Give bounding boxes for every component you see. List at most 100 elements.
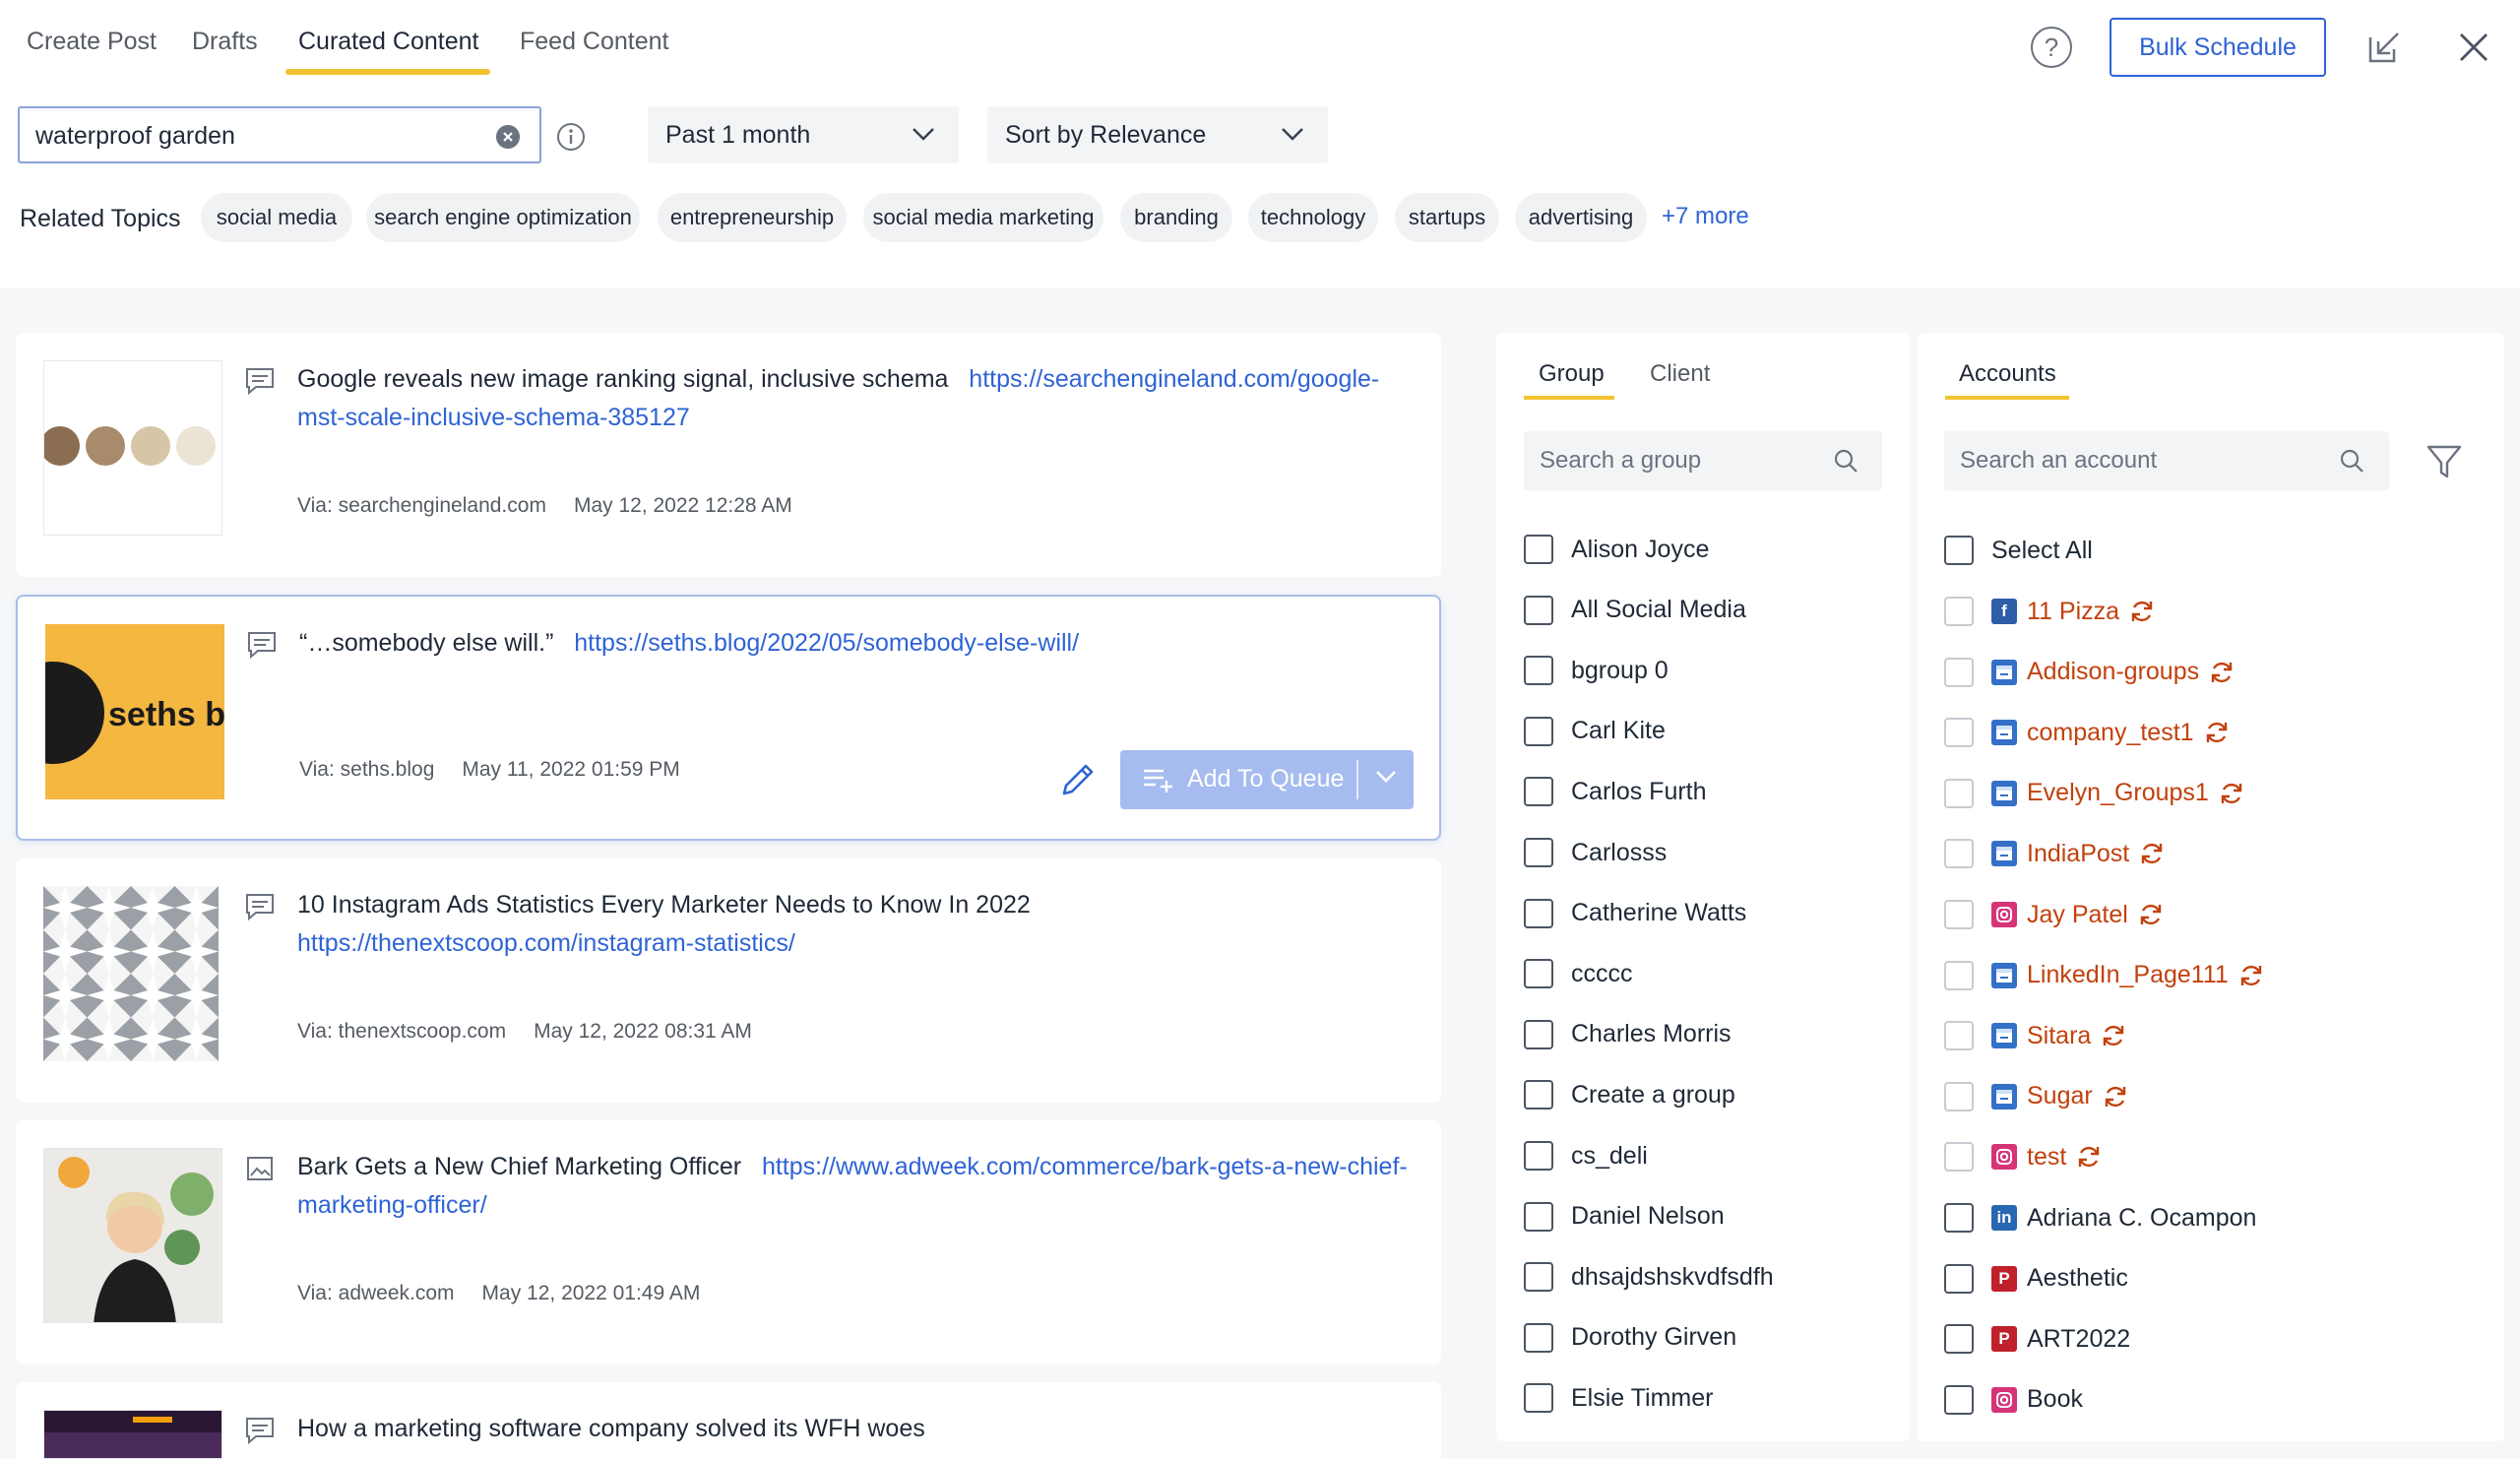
reconnect-icon[interactable] <box>2219 781 2244 806</box>
account-checkbox-row[interactable]: Sugar <box>1944 1077 2128 1116</box>
group-checkbox[interactable] <box>1524 959 1553 989</box>
group-checkbox[interactable] <box>1524 1201 1553 1232</box>
topic-chip[interactable]: social media marketing <box>863 193 1103 242</box>
group-search-input[interactable] <box>1540 443 1835 478</box>
select-all-checkbox-row[interactable]: Select All <box>1944 531 2093 570</box>
date-range-select[interactable]: Past 1 month <box>648 106 959 163</box>
group-checkbox[interactable] <box>1524 1080 1553 1110</box>
group-checkbox[interactable] <box>1524 1141 1553 1171</box>
group-checkbox-row[interactable]: Charles Morris <box>1524 1015 1732 1054</box>
account-checkbox[interactable] <box>1944 960 1974 990</box>
group-checkbox[interactable] <box>1524 898 1553 928</box>
reconnect-icon[interactable] <box>2139 841 2165 866</box>
bulk-schedule-button[interactable]: Bulk Schedule <box>2110 18 2326 77</box>
group-checkbox-row[interactable]: Dorothy Girven <box>1524 1318 1736 1358</box>
post-card[interactable]: Google reveals new image ranking signal,… <box>16 333 1441 577</box>
account-checkbox[interactable] <box>1944 778 1974 808</box>
account-checkbox-row[interactable]: IndiaPost <box>1944 834 2165 873</box>
account-checkbox[interactable] <box>1944 1384 1974 1415</box>
topic-chip[interactable]: entrepreneurship <box>658 193 847 242</box>
group-checkbox-row[interactable]: Catherine Watts <box>1524 894 1746 933</box>
group-checkbox[interactable] <box>1524 1019 1553 1049</box>
account-checkbox-row[interactable]: P Aesthetic <box>1944 1259 2128 1299</box>
account-checkbox-row[interactable]: in Adriana C. Ocampon <box>1944 1198 2256 1237</box>
group-checkbox[interactable] <box>1524 1322 1553 1353</box>
post-link[interactable]: https://seths.blog/2022/05/somebody-else… <box>574 629 1079 657</box>
group-checkbox-row[interactable]: bgroup 0 <box>1524 651 1669 690</box>
tab-drafts[interactable]: Drafts <box>192 28 258 56</box>
close-icon[interactable] <box>2456 30 2491 65</box>
topic-chip[interactable]: startups <box>1395 193 1499 242</box>
account-checkbox[interactable] <box>1944 1142 1974 1173</box>
group-checkbox-row[interactable]: ccccc <box>1524 954 1633 993</box>
reconnect-icon[interactable] <box>2138 902 2164 927</box>
edit-pencil-icon[interactable] <box>1056 758 1100 801</box>
search-icon[interactable] <box>1833 448 1858 474</box>
account-checkbox-row[interactable]: Addison-groups <box>1944 653 2235 692</box>
account-checkbox[interactable] <box>1944 718 1974 748</box>
tab-client[interactable]: Client <box>1650 360 1710 388</box>
reconnect-icon[interactable] <box>2101 1023 2126 1048</box>
tab-group[interactable]: Group <box>1539 360 1605 388</box>
account-checkbox-row[interactable]: LinkedIn_Page111 <box>1944 956 2264 995</box>
more-topics-link[interactable]: +7 more <box>1662 203 1749 230</box>
search-input[interactable] <box>35 118 488 154</box>
group-checkbox[interactable] <box>1524 777 1553 807</box>
topic-chip[interactable]: social media <box>201 193 352 242</box>
account-checkbox[interactable] <box>1944 597 1974 626</box>
post-card[interactable]: How a marketing software company solved … <box>16 1382 1441 1459</box>
account-checkbox-row[interactable]: f 11 Pizza <box>1944 592 2155 631</box>
post-card[interactable]: seths b “…somebody else will.” https://s… <box>16 595 1441 841</box>
topic-chip[interactable]: search engine optimization <box>366 193 640 242</box>
group-checkbox[interactable] <box>1524 1383 1553 1414</box>
group-checkbox-row[interactable]: dhsajdshskvdfsdfh <box>1524 1257 1774 1297</box>
tab-accounts[interactable]: Accounts <box>1959 360 2056 388</box>
group-checkbox[interactable] <box>1524 1262 1553 1293</box>
account-checkbox-row[interactable]: P ART2022 <box>1944 1319 2130 1359</box>
group-checkbox[interactable] <box>1524 595 1553 625</box>
group-checkbox[interactable] <box>1524 716 1553 746</box>
reconnect-icon[interactable] <box>2103 1084 2128 1110</box>
info-icon[interactable] <box>556 122 586 152</box>
account-checkbox-row[interactable]: Evelyn_Groups1 <box>1944 774 2244 813</box>
group-checkbox-row[interactable]: All Social Media <box>1524 591 1746 630</box>
search-icon[interactable] <box>2339 448 2364 474</box>
group-checkbox[interactable] <box>1524 535 1553 564</box>
account-checkbox[interactable] <box>1944 1081 1974 1111</box>
sort-select[interactable]: Sort by Relevance <box>987 106 1328 163</box>
tab-feed-content[interactable]: Feed Content <box>520 28 669 56</box>
reconnect-icon[interactable] <box>2204 720 2230 745</box>
account-checkbox[interactable] <box>1944 1203 1974 1233</box>
add-to-queue-button[interactable]: Add To Queue <box>1120 750 1414 809</box>
group-checkbox[interactable] <box>1524 838 1553 867</box>
clear-search-icon[interactable] <box>496 125 520 149</box>
tab-curated-content[interactable]: Curated Content <box>298 28 478 56</box>
group-checkbox-row[interactable]: cs_deli <box>1524 1136 1648 1175</box>
topic-chip[interactable]: technology <box>1248 193 1378 242</box>
group-checkbox[interactable] <box>1524 656 1553 686</box>
group-checkbox-row[interactable]: Daniel Nelson <box>1524 1197 1725 1237</box>
account-checkbox[interactable] <box>1944 1263 1974 1294</box>
tab-create-post[interactable]: Create Post <box>27 28 157 56</box>
group-checkbox-row[interactable]: Elsie Timmer <box>1524 1378 1713 1418</box>
account-search-input[interactable] <box>1960 443 2255 478</box>
account-checkbox[interactable] <box>1944 900 1974 929</box>
post-link[interactable]: https://thenextscoop.com/instagram-stati… <box>297 929 795 957</box>
topic-chip[interactable]: advertising <box>1515 193 1647 242</box>
help-icon[interactable]: ? <box>2031 27 2072 68</box>
account-checkbox-row[interactable]: Sitara <box>1944 1016 2126 1055</box>
account-checkbox[interactable] <box>1944 657 1974 687</box>
group-checkbox-row[interactable]: Create a group <box>1524 1075 1735 1114</box>
account-checkbox-row[interactable]: Book <box>1944 1380 2083 1420</box>
group-checkbox-row[interactable]: Carlosss <box>1524 833 1667 872</box>
account-checkbox[interactable] <box>1944 1324 1974 1355</box>
reconnect-icon[interactable] <box>2238 963 2264 988</box>
post-card[interactable]: 10 Instagram Ads Statistics Every Market… <box>16 858 1441 1103</box>
account-checkbox-row[interactable]: company_test1 <box>1944 713 2230 752</box>
group-checkbox-row[interactable]: Carl Kite <box>1524 712 1666 751</box>
post-card[interactable]: Bark Gets a New Chief Marketing Officer … <box>16 1120 1441 1364</box>
select-all-checkbox[interactable] <box>1944 536 1974 565</box>
group-checkbox-row[interactable]: Alison Joyce <box>1524 530 1709 569</box>
topic-chip[interactable]: branding <box>1120 193 1232 242</box>
reconnect-icon[interactable] <box>2076 1144 2102 1170</box>
